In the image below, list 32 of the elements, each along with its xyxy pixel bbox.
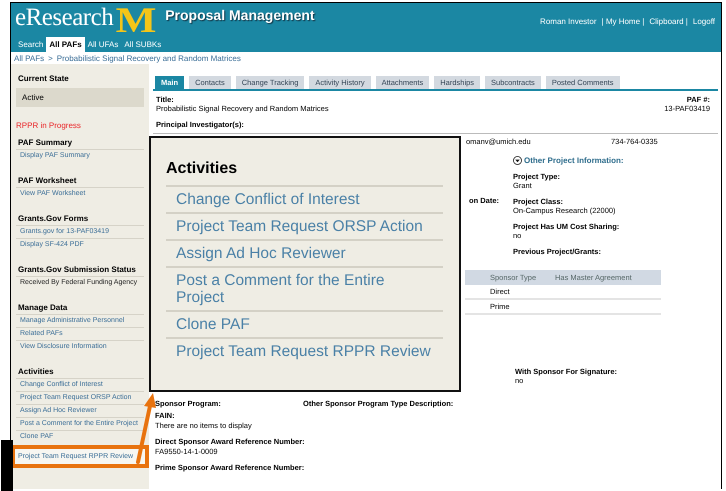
nav-tab[interactable]: All UFAs <box>84 37 122 52</box>
chevron-down-icon <box>513 156 522 165</box>
logo-mark: M <box>116 3 157 37</box>
sidebar-heading: Grants.Gov Forms <box>17 213 90 225</box>
header-link[interactable]: | My Home | <box>602 17 644 26</box>
callout-link[interactable]: Change Conflict of Interest <box>166 185 443 212</box>
section-toggle[interactable]: Other Project Information: <box>513 156 718 165</box>
sidebar-heading: PAF Worksheet <box>17 175 78 187</box>
sidebar-heading: Grants.Gov Submission Status <box>17 264 137 276</box>
callout-link[interactable]: Post a Comment for the Entire Project <box>166 266 443 310</box>
callout-link[interactable]: Project Team Request ORSP Action <box>166 212 443 239</box>
sidebar-heading: Activities <box>17 366 55 378</box>
callout-link[interactable]: Clone PAF <box>166 310 443 337</box>
separator-text: > <box>48 54 53 62</box>
nav-tab[interactable]: All SUBKs <box>121 37 164 52</box>
breadcrumb-link[interactable]: All PAFs <box>14 54 44 62</box>
sidebar-heading: Manage Data <box>17 302 68 314</box>
nav-tab[interactable]: Search <box>15 37 46 52</box>
callout-link[interactable]: Assign Ad Hoc Reviewer <box>166 239 443 266</box>
callout-heading: Activities <box>166 160 238 178</box>
header-link[interactable]: Logoff <box>692 17 715 26</box>
header-link[interactable]: Clipboard | <box>649 17 688 26</box>
nav-tab[interactable]: All PAFs <box>46 37 85 52</box>
current-state: Active <box>16 88 144 107</box>
logo-text: eResearch <box>15 3 114 33</box>
status-note: RPPR in Progress <box>16 121 82 130</box>
sidebar-heading: Current State <box>17 73 70 85</box>
sidebar-heading: PAF Summary <box>17 137 74 149</box>
app-title: Proposal Management <box>165 7 315 23</box>
callout-link[interactable]: Project Team Request RPPR Review <box>166 337 443 364</box>
header-link[interactable]: Roman Investor <box>540 17 597 26</box>
breadcrumb-link[interactable]: Probabilistic Signal Recovery and Random Matrices <box>56 54 241 62</box>
